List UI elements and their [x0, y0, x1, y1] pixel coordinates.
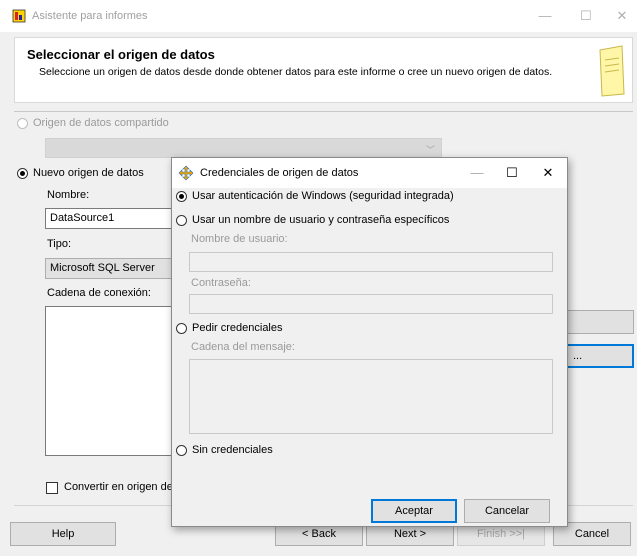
new-source-radio[interactable] — [17, 168, 28, 179]
dialog-minimize-icon[interactable]: — — [467, 163, 487, 183]
specific-credentials-label: Usar un nombre de usuario y contraseña e… — [192, 214, 450, 226]
convert-checkbox[interactable] — [46, 482, 58, 494]
maximize-icon[interactable]: ☐ — [576, 6, 596, 26]
wizard-header: Seleccionar el origen de datos Seleccion… — [14, 37, 633, 103]
chevron-down-icon: ﹀ — [425, 145, 435, 155]
name-label: Nombre: — [47, 189, 90, 201]
dialog-maximize-icon[interactable]: ☐ — [502, 163, 522, 183]
report-wizard-icon — [12, 9, 26, 23]
no-credentials-label: Sin credenciales — [192, 444, 273, 456]
help-button[interactable]: Help — [10, 522, 116, 546]
password-label: Contraseña: — [191, 277, 251, 289]
prompt-text-label: Cadena del mensaje: — [191, 341, 295, 353]
shared-source-select[interactable]: ﹀ — [45, 138, 442, 158]
dialog-close-icon[interactable]: ✕ — [538, 163, 558, 183]
new-source-label: Nuevo origen de datos — [33, 167, 144, 179]
windows-auth-radio[interactable] — [176, 191, 187, 202]
dialog-titlebar: Credenciales de origen de datos — ☐ ✕ — [172, 158, 567, 188]
specific-credentials-radio[interactable] — [176, 215, 187, 226]
convert-label: Convertir en origen de d — [64, 481, 183, 493]
edit-button[interactable] — [560, 310, 634, 334]
separator — [14, 111, 633, 112]
type-label: Tipo: — [47, 238, 72, 250]
dialog-title: Credenciales de origen de datos — [200, 167, 359, 179]
username-input[interactable] — [189, 252, 553, 272]
edit-credentials-button[interactable]: ... — [560, 344, 634, 368]
window-titlebar: Asistente para informes — ☐ ✕ — [0, 0, 637, 32]
prompt-text-input[interactable] — [189, 359, 553, 434]
window-title: Asistente para informes — [32, 10, 148, 22]
accept-button[interactable]: Aceptar — [371, 499, 457, 523]
prompt-credentials-label: Pedir credenciales — [192, 322, 283, 334]
type-select[interactable]: Microsoft SQL Server — [45, 258, 173, 279]
close-icon[interactable]: ✕ — [612, 6, 632, 26]
dialog-cancel-button[interactable]: Cancelar — [464, 499, 550, 523]
password-input[interactable] — [189, 294, 553, 314]
username-label: Nombre de usuario: — [191, 233, 288, 245]
connection-label: Cadena de conexión: — [47, 287, 151, 299]
connection-string-textarea[interactable] — [45, 306, 173, 456]
page-subtitle: Seleccione un origen de datos desde dond… — [39, 66, 553, 78]
data-source-icon — [178, 165, 194, 181]
shared-source-radio[interactable] — [17, 118, 28, 129]
prompt-credentials-radio[interactable] — [176, 323, 187, 334]
no-credentials-radio[interactable] — [176, 445, 187, 456]
shared-source-label: Origen de datos compartido — [33, 117, 169, 129]
windows-auth-label: Usar autenticación de Windows (seguridad… — [192, 190, 454, 202]
page-title: Seleccionar el origen de datos — [27, 47, 215, 62]
credentials-dialog: Credenciales de origen de datos — ☐ ✕ Us… — [171, 157, 568, 527]
notepad-icon — [599, 45, 625, 97]
minimize-icon[interactable]: — — [535, 6, 555, 26]
name-input[interactable]: DataSource1 — [45, 208, 173, 229]
